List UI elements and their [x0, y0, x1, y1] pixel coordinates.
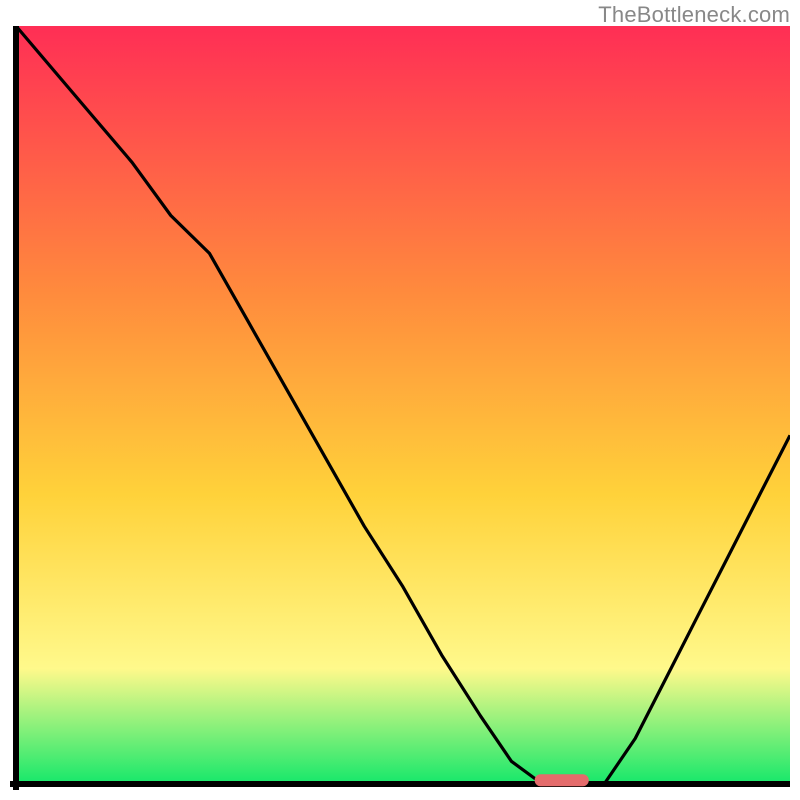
chart-frame: TheBottleneck.com — [0, 0, 800, 800]
plot-svg — [10, 26, 790, 790]
bottleneck-plot — [10, 26, 790, 790]
watermark-text: TheBottleneck.com — [598, 2, 790, 28]
optimum-marker — [535, 774, 589, 786]
gradient-background — [16, 26, 790, 782]
